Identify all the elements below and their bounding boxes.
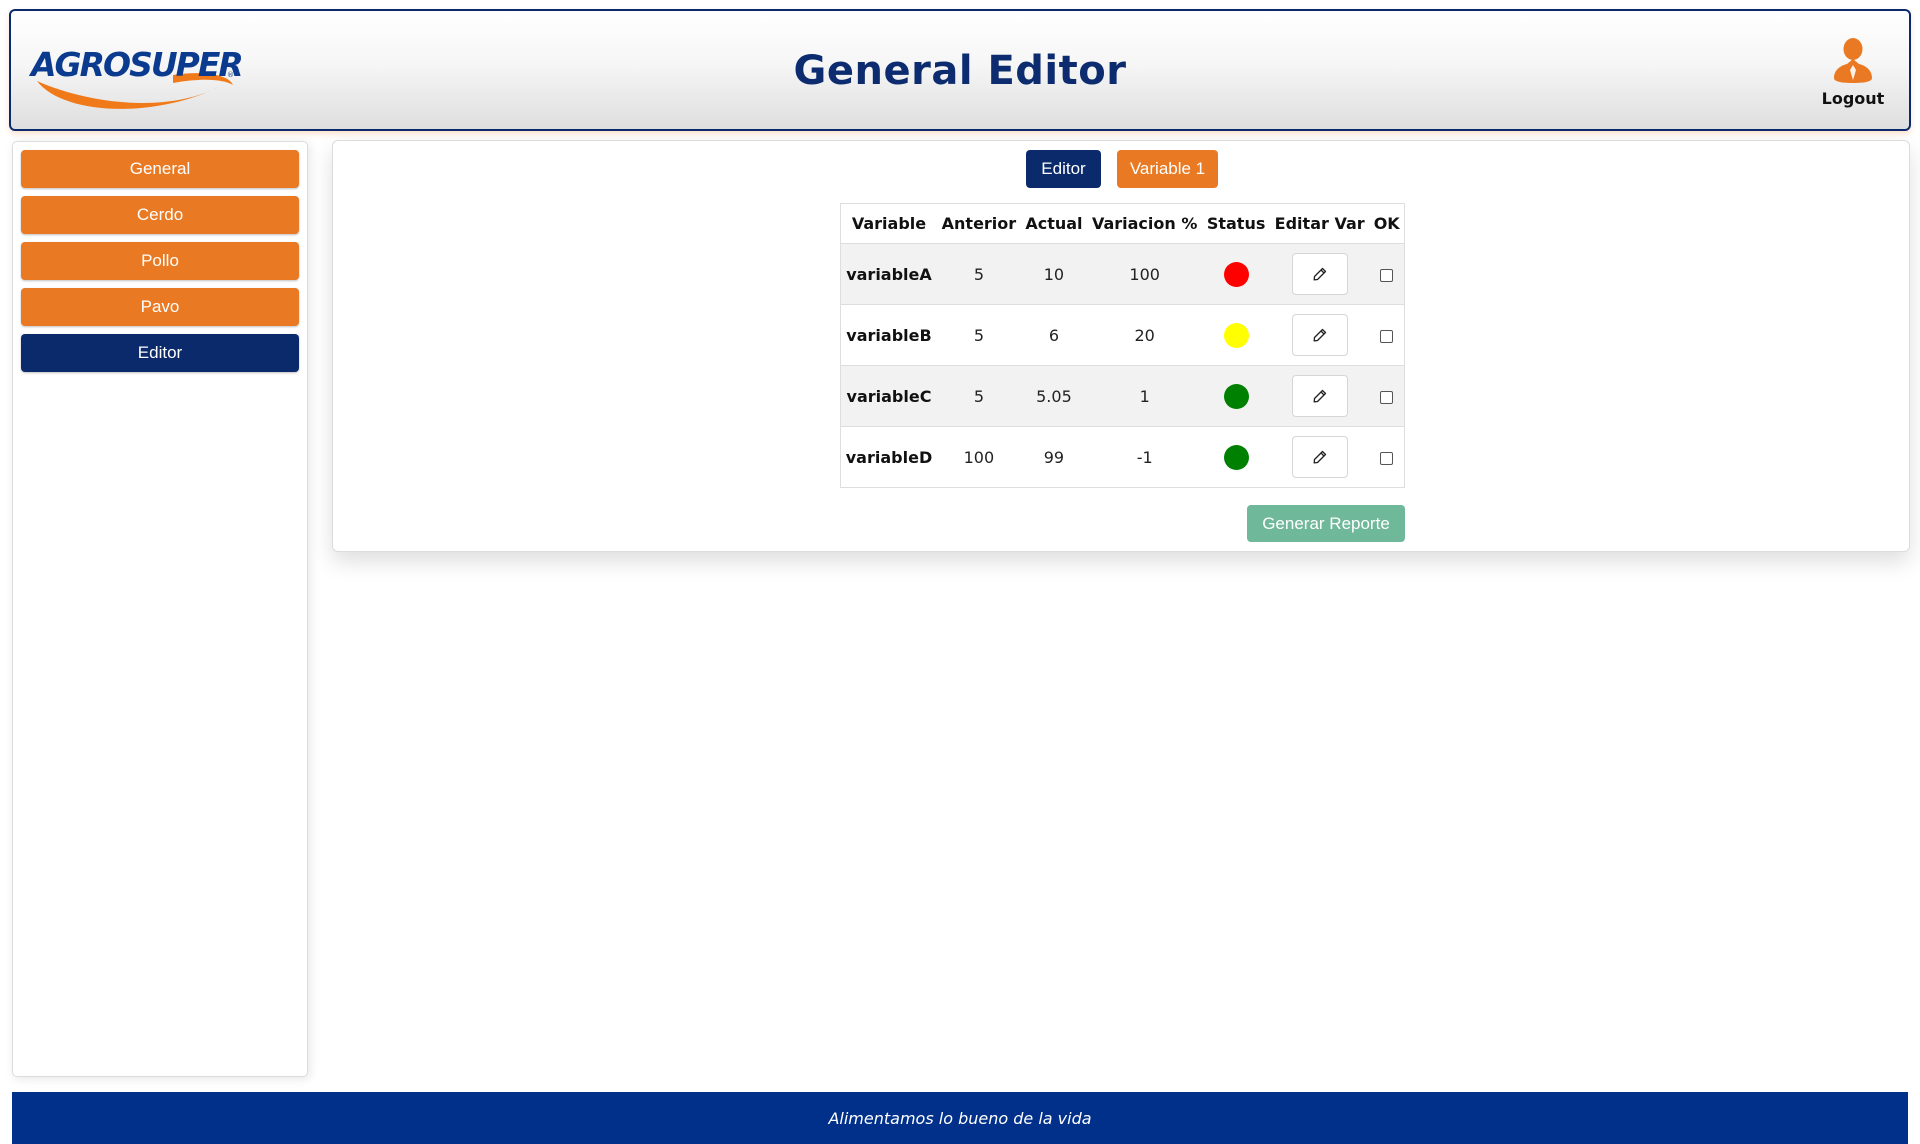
pencil-icon [1313,328,1326,342]
pencil-icon [1313,267,1326,281]
sidebar-item-cerdo[interactable]: Cerdo [21,196,299,234]
logout-button[interactable]: Logout [1813,37,1893,108]
cell-variable: variableD [840,426,937,488]
table-row: variableA 5 10 100 [840,243,1405,305]
cell-anterior: 5 [936,243,1021,305]
footer-tagline: Alimentamos lo bueno de la vida [828,1108,1092,1128]
cell-variacion: 100 [1087,243,1203,305]
cell-actual: 6 [1020,304,1088,366]
edit-variable-button[interactable] [1291,436,1348,478]
table-header-row: Variable Anterior Actual Variacion % Sta… [840,203,1405,244]
status-indicator-green [1223,444,1249,470]
cell-anterior: 5 [936,365,1021,427]
cell-status [1202,426,1270,488]
ok-checkbox[interactable] [1380,390,1394,404]
cell-variacion: 20 [1087,304,1203,366]
edit-variable-button[interactable] [1291,314,1348,356]
cell-variacion: -1 [1087,426,1203,488]
logout-label: Logout [1821,89,1885,108]
pencil-icon [1313,389,1326,403]
cell-variacion: 1 [1087,365,1203,427]
sidebar-item-pollo[interactable]: Pollo [21,242,299,280]
status-indicator-green [1223,383,1249,409]
sidebar-item-general[interactable]: General [21,150,299,188]
sidebar-item-label: Cerdo [136,205,184,224]
edit-variable-button[interactable] [1291,375,1348,417]
sidebar-item-pavo[interactable]: Pavo [21,288,299,326]
cell-ok [1369,243,1405,305]
cell-ok [1369,426,1405,488]
table-row: variableC 5 5.05 1 [840,365,1405,427]
cell-ok [1369,304,1405,366]
sidebar-item-label: General [129,159,191,178]
report-button-label: Generar Reporte [1262,513,1390,533]
cell-edit [1269,426,1370,488]
footer: Alimentamos lo bueno de la vida [12,1092,1908,1144]
sidebar-item-label: Pavo [140,297,180,316]
editor-panel: Editor Variable 1 Variable Anterior Actu… [332,140,1910,552]
ok-checkbox[interactable] [1380,451,1394,465]
sidebar-item-editor[interactable]: Editor [21,334,299,372]
sidebar: General Cerdo Pollo Pavo Editor [12,141,308,1077]
cell-status [1202,304,1270,366]
app-header: ® AGROSUPER General Editor Logout [9,9,1911,131]
pencil-icon [1313,450,1326,464]
tab-variable-1[interactable]: Variable 1 [1117,150,1218,188]
tab-label: Variable 1 [1129,159,1206,178]
cell-edit [1269,243,1370,305]
user-icon [1834,38,1872,83]
column-header-anterior: Anterior [936,203,1021,244]
column-header-status: Status [1202,203,1270,244]
cell-actual: 99 [1020,426,1088,488]
cell-status [1202,243,1270,305]
column-header-variacion: Variacion % [1087,203,1203,244]
status-indicator-yellow [1223,322,1249,348]
cell-edit [1269,304,1370,366]
cell-edit [1269,365,1370,427]
edit-variable-button[interactable] [1291,253,1348,295]
column-header-actual: Actual [1020,203,1088,244]
cell-status [1202,365,1270,427]
page-title: General Editor [793,48,1127,94]
cell-actual: 10 [1020,243,1088,305]
table-row: variableB 5 6 20 [840,304,1405,366]
column-header-variable: Variable [840,203,937,244]
tab-editor[interactable]: Editor [1026,150,1101,188]
status-indicator-red [1223,261,1249,287]
ok-checkbox[interactable] [1380,268,1394,282]
cell-anterior: 100 [936,426,1021,488]
variables-table: Variable Anterior Actual Variacion % Sta… [840,203,1405,488]
cell-variable: variableA [840,243,937,305]
sidebar-item-label: Editor [137,343,183,362]
cell-variable: variableC [840,365,937,427]
sidebar-item-label: Pollo [141,251,179,270]
column-header-ok: OK [1369,203,1405,244]
cell-ok [1369,365,1405,427]
ok-checkbox[interactable] [1380,329,1394,343]
table-row: variableD 100 99 -1 [840,426,1405,488]
tab-label: Editor [1041,159,1086,178]
cell-anterior: 5 [936,304,1021,366]
column-header-editar-var: Editar Var [1269,203,1370,244]
cell-variable: variableB [840,304,937,366]
generate-report-button[interactable]: Generar Reporte [1247,505,1405,542]
cell-actual: 5.05 [1020,365,1088,427]
